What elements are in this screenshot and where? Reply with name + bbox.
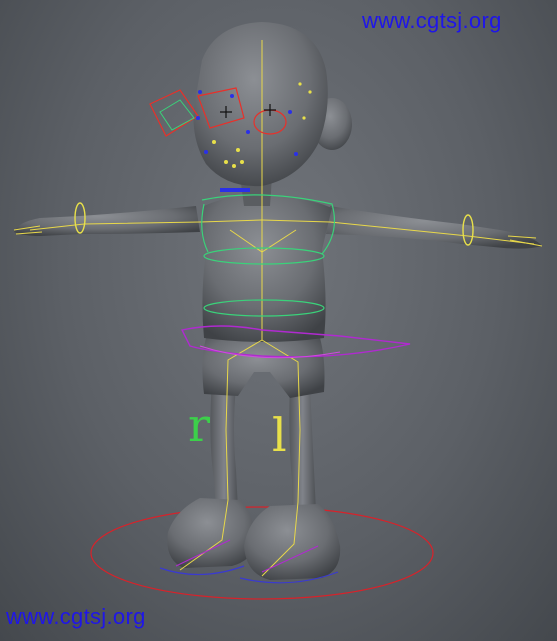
maya-viewport[interactable]: www.cgtsj.org www.cgtsj.org r l [0,0,557,641]
character-head [193,22,328,187]
watermark-top: www.cgtsj.org [362,8,502,33]
rig-side-label-right: r [188,398,210,452]
rig-side-label-left: l [272,408,287,462]
character-rig-scene[interactable] [0,0,557,641]
character-shorts [202,338,325,398]
character-shoes [167,498,341,580]
character-shirt [201,195,332,342]
watermark-bottom: www.cgtsj.org [6,604,146,629]
